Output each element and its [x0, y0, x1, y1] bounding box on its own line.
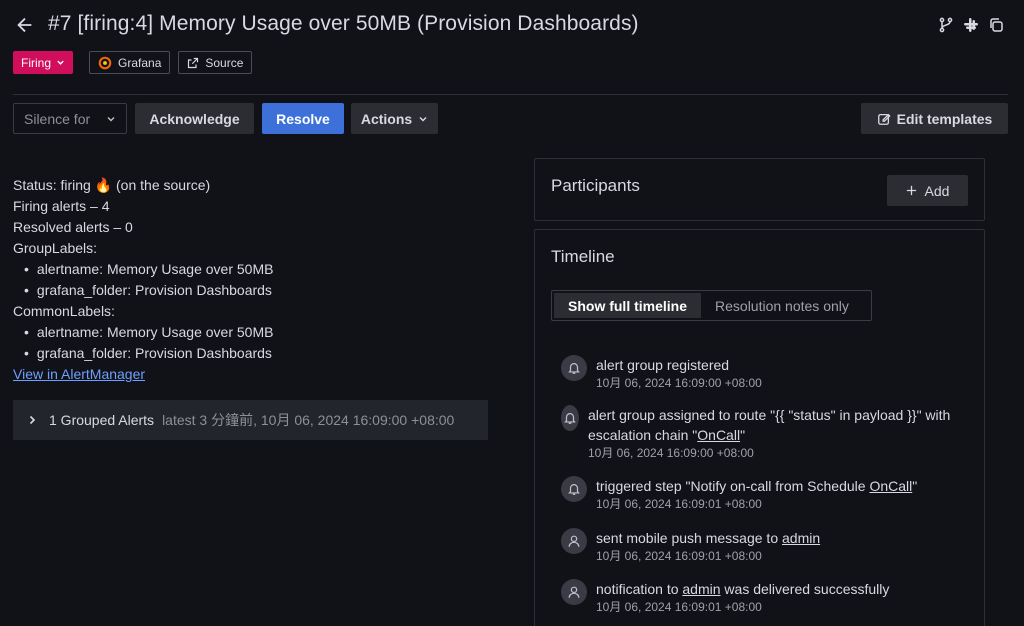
alertmanager-link[interactable]: View in AlertManager: [13, 366, 145, 382]
slack-icon[interactable]: [963, 17, 979, 33]
timeline-item: sent mobile push message to admin 10月 06…: [561, 528, 820, 564]
list-item: grafana_folder: Provision Dashboards: [24, 280, 273, 301]
firing-alerts-count: Firing alerts – 4: [13, 198, 110, 214]
integration-fork-icon[interactable]: [938, 17, 954, 33]
silence-select[interactable]: Silence for: [13, 103, 127, 134]
participants-panel: Participants Add: [534, 158, 985, 221]
list-item: alertname: Memory Usage over 50MB: [24, 259, 274, 280]
edit-icon: [877, 113, 891, 125]
actions-dropdown[interactable]: Actions: [351, 103, 438, 134]
user-icon: [561, 528, 587, 554]
timeline-item-text: triggered step "Notify on-call from Sche…: [596, 478, 918, 494]
source-link[interactable]: Source: [178, 51, 253, 74]
bell-icon: [561, 405, 579, 431]
show-full-timeline-tab[interactable]: Show full timeline: [554, 293, 702, 318]
acknowledge-button[interactable]: Acknowledge: [135, 103, 254, 134]
user-link[interactable]: admin: [682, 581, 720, 597]
common-labels-title: CommonLabels:: [13, 303, 115, 319]
resolve-button[interactable]: Resolve: [262, 103, 344, 134]
add-participant-button[interactable]: Add: [887, 175, 968, 206]
header-divider: [13, 94, 1008, 95]
user-link[interactable]: admin: [782, 530, 820, 546]
timeline-item-time: 10月 06, 2024 16:09:00 +08:00: [588, 446, 754, 460]
timeline-item-time: 10月 06, 2024 16:09:01 +08:00: [596, 600, 762, 614]
user-icon: [561, 579, 587, 605]
common-labels-list: alertname: Memory Usage over 50MB grafan…: [13, 322, 274, 364]
header-actions: [938, 17, 1004, 33]
edit-templates-button[interactable]: Edit templates: [861, 103, 1008, 134]
silence-select-label: Silence for: [24, 110, 91, 127]
add-button-label: Add: [924, 182, 950, 199]
page-title: #7 [firing:4] Memory Usage over 50MB (Pr…: [48, 12, 639, 35]
bell-icon: [561, 476, 587, 502]
plus-icon: [906, 185, 916, 196]
timeline-title: Timeline: [551, 247, 615, 266]
bell-icon: [561, 355, 587, 381]
status-line: Status: firing 🔥 (on the source): [13, 177, 211, 193]
status-badge-label: Firing: [21, 55, 52, 70]
timeline-item-text: alert group registered: [596, 357, 730, 373]
grafana-tag-label: Grafana: [118, 55, 162, 70]
actions-dropdown-label: Actions: [360, 110, 413, 127]
source-link-label: Source: [205, 55, 244, 70]
alert-details: Status: firing 🔥 (on the source) Firing …: [13, 175, 273, 385]
resolution-notes-tab[interactable]: Resolution notes only: [701, 293, 863, 318]
timeline-item: notification to admin was delivered succ…: [561, 579, 889, 615]
timeline-item: triggered step "Notify on-call from Sche…: [561, 476, 917, 512]
grafana-tag[interactable]: Grafana: [89, 51, 171, 74]
escalation-chain-link[interactable]: OnCall: [697, 427, 740, 443]
list-item: alertname: Memory Usage over 50MB: [24, 322, 274, 343]
chevron-right-icon: [29, 415, 36, 425]
schedule-link[interactable]: OnCall: [869, 478, 912, 494]
timeline-item-time: 10月 06, 2024 16:09:01 +08:00: [596, 549, 762, 563]
timeline-item-time: 10月 06, 2024 16:09:00 +08:00: [596, 376, 762, 390]
chevron-down-icon: [107, 116, 115, 121]
resolved-alerts-count: Resolved alerts – 0: [13, 219, 133, 235]
chevron-down-icon: [57, 60, 64, 65]
timeline-panel: Timeline Show full timeline Resolution n…: [534, 229, 985, 626]
timeline-item: alert group assigned to route "{{ "statu…: [561, 405, 961, 461]
timeline-item-text: notification to admin was delivered succ…: [596, 581, 890, 597]
timeline-item-text: alert group assigned to route "{{ "statu…: [588, 407, 951, 443]
grouped-alerts-label: 1 Grouped Alerts: [49, 412, 155, 428]
status-dropdown[interactable]: Firing: [13, 51, 74, 74]
grouped-alerts-latest: latest 3 分鐘前, 10月 06, 2024 16:09:00 +08:…: [162, 412, 455, 428]
group-labels-title: GroupLabels:: [13, 240, 98, 256]
grafana-logo-icon: [98, 56, 112, 69]
back-arrow-icon[interactable]: [14, 14, 36, 36]
external-link-icon: [188, 57, 199, 68]
timeline-item-time: 10月 06, 2024 16:09:01 +08:00: [596, 497, 762, 511]
copy-icon[interactable]: [988, 17, 1004, 33]
participants-title: Participants: [551, 176, 640, 195]
timeline-filter-toggle: Show full timeline Resolution notes only: [551, 290, 872, 321]
timeline-item-text: sent mobile push message to admin: [596, 530, 821, 546]
group-labels-list: alertname: Memory Usage over 50MB grafan…: [13, 259, 274, 301]
timeline-item: alert group registered 10月 06, 2024 16:0…: [561, 355, 762, 391]
status-bar: Firing Grafana Source: [13, 51, 253, 74]
grouped-alerts-row[interactable]: 1 Grouped Alerts latest 3 分鐘前, 10月 06, 2…: [13, 400, 488, 440]
chevron-down-icon: [419, 116, 427, 121]
edit-templates-label: Edit templates: [896, 110, 993, 127]
list-item: grafana_folder: Provision Dashboards: [24, 343, 273, 364]
